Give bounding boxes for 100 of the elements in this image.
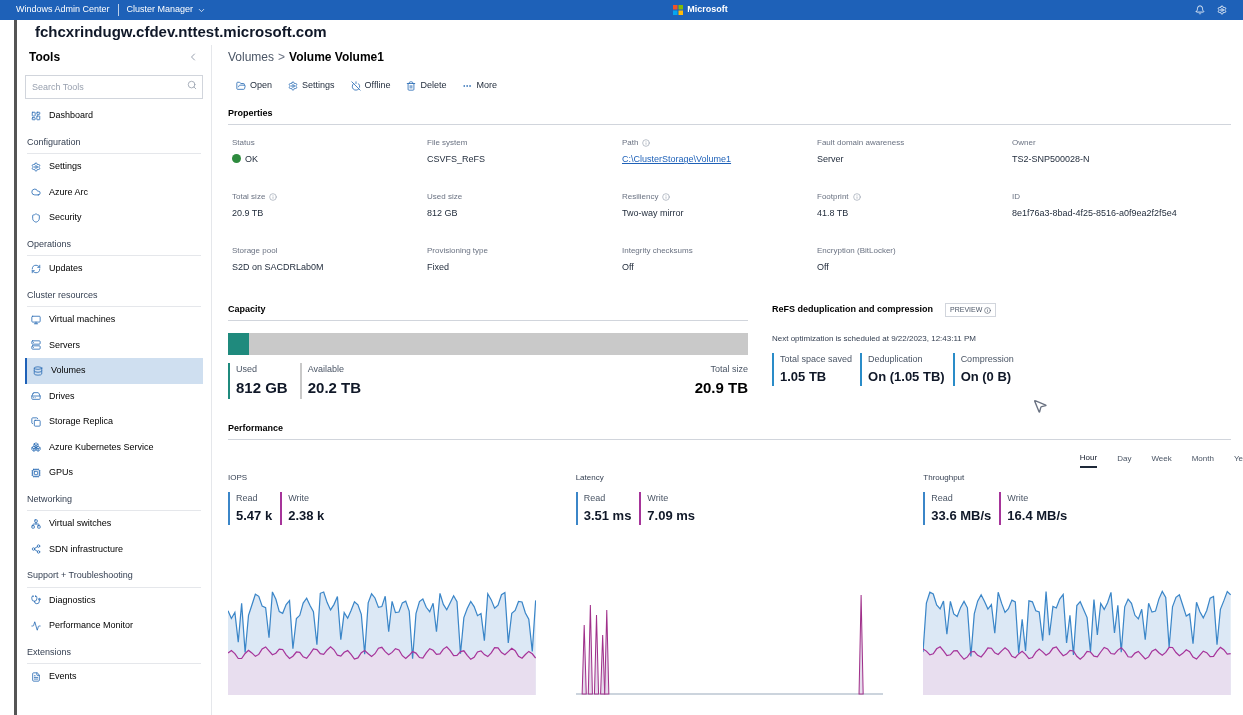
chart-title: IOPS xyxy=(228,472,249,484)
stat-value: 33.6 MB/s xyxy=(931,506,992,525)
settings-icon[interactable] xyxy=(1217,5,1227,15)
property-value: S2D on SACDRLab0M xyxy=(232,261,324,274)
power-icon xyxy=(350,81,361,91)
stat-value: 20.2 TB xyxy=(307,377,362,398)
sidebar-item[interactable]: Updates xyxy=(25,256,203,282)
sidebar-section-label: Networking xyxy=(27,492,73,506)
sidebar-section-label: Cluster resources xyxy=(27,288,98,302)
brand-logo-icon xyxy=(673,5,684,15)
trash-icon xyxy=(406,81,417,91)
tool-icon xyxy=(31,671,41,682)
time-range-tab[interactable]: Ye xyxy=(1233,452,1243,468)
gear-icon xyxy=(288,81,299,91)
stat-value: 7.09 ms xyxy=(647,506,696,525)
host-name: fchcxrindugw.cfdev.nttest.microsoft.com xyxy=(34,22,328,43)
app-name[interactable]: Windows Admin Center xyxy=(16,3,110,17)
property-value: Off xyxy=(817,261,829,274)
stat-value: 2.38 k xyxy=(288,506,325,525)
property-value: 41.8 TB xyxy=(817,207,849,220)
sidebar-section-label: Operations xyxy=(27,237,72,251)
property-label: File system xyxy=(427,137,468,149)
toolbar-button[interactable]: Delete xyxy=(406,79,447,93)
tool-icon xyxy=(31,595,41,606)
sidebar-item[interactable]: Settings xyxy=(25,154,203,180)
breadcrumb-link[interactable]: Volumes xyxy=(228,48,275,66)
tool-icon xyxy=(33,365,43,376)
property-label: Resiliency xyxy=(622,191,659,203)
info-icon[interactable] xyxy=(852,193,861,201)
stat-label: Deduplication xyxy=(868,353,924,366)
tool-icon xyxy=(31,314,41,325)
sidebar-item[interactable]: Drives xyxy=(25,383,203,409)
time-range-tab[interactable]: Month xyxy=(1191,452,1214,468)
property-label: Total size xyxy=(232,191,266,203)
tool-icon xyxy=(31,467,41,478)
time-range-tab[interactable]: Day xyxy=(1117,452,1132,468)
breadcrumb-current: Volume Volume1 xyxy=(289,49,384,66)
property-value: Fixed xyxy=(427,261,449,274)
sidebar-section-label: Support + Troubleshooting xyxy=(27,569,133,582)
notifications-icon[interactable] xyxy=(1195,5,1205,15)
sidebar-item[interactable]: Events xyxy=(25,664,203,690)
tool-icon xyxy=(31,416,41,427)
sidebar-item[interactable]: Volumes xyxy=(25,358,203,384)
sidebar-item[interactable]: Azure Arc xyxy=(25,179,203,205)
sidebar-item[interactable]: Security xyxy=(25,205,203,231)
stat-label: Total space saved xyxy=(780,353,853,366)
property-label: Used size xyxy=(427,191,463,203)
chart-title: Throughput xyxy=(923,472,966,484)
sidebar-item[interactable]: Servers xyxy=(25,332,203,358)
sidebar-item[interactable]: Diagnostics xyxy=(25,587,203,613)
property-value: 812 GB xyxy=(427,207,458,220)
tool-icon xyxy=(31,518,41,529)
stat-label: Write xyxy=(647,492,670,505)
info-icon[interactable] xyxy=(642,139,651,147)
optimization-schedule-text: Next optimization is scheduled at 9/22/2023, 12:43:11 PM xyxy=(772,333,977,345)
stat-value: On (0 B) xyxy=(960,367,1013,386)
sidebar-item[interactable]: Storage Replica xyxy=(25,409,203,435)
toolbar-button[interactable]: Settings xyxy=(288,79,335,93)
property-value: TS2-SNP500028-N xyxy=(1012,153,1090,166)
tool-icon xyxy=(31,110,41,121)
info-icon[interactable] xyxy=(662,193,671,201)
sidebar-item[interactable]: Performance Monitor xyxy=(25,613,203,639)
tool-icon xyxy=(31,212,41,223)
chart-title: Latency xyxy=(575,472,605,484)
property-value: Server xyxy=(817,153,844,166)
context-switcher[interactable]: Cluster Manager xyxy=(126,3,207,17)
property-label: Integrity checksums xyxy=(622,245,693,257)
property-label: Storage pool xyxy=(232,245,278,257)
info-icon[interactable] xyxy=(269,193,278,201)
stat-label: Write xyxy=(1007,492,1030,505)
stat-label: Write xyxy=(288,492,310,505)
stat-label: Used xyxy=(236,363,258,376)
property-value: 8e1f76a3-8bad-4f25-8516-a0f9ea2f2f5e4 xyxy=(1012,207,1177,220)
sidebar-item[interactable]: Azure Kubernetes Service xyxy=(25,434,203,460)
time-range-tab[interactable]: Week xyxy=(1151,452,1172,468)
section-title: ReFS deduplication and compression xyxy=(772,303,934,317)
stat-label: Read xyxy=(236,492,259,505)
toolbar-button[interactable]: Offline xyxy=(350,79,391,93)
status-ok-icon xyxy=(232,154,241,163)
sidebar-item[interactable]: Virtual switches xyxy=(25,511,203,537)
stat-value: 5.47 k xyxy=(236,506,273,525)
tool-icon xyxy=(31,161,41,172)
sidebar-item[interactable]: SDN infrastructure xyxy=(25,536,203,562)
search-field[interactable]: Search Tools xyxy=(25,75,203,99)
toolbar-button[interactable]: Open xyxy=(236,79,273,93)
stat-label: Available xyxy=(307,363,346,376)
time-range-tab[interactable]: Hour xyxy=(1079,452,1098,468)
stat-value: On (1.05 TB) xyxy=(868,367,945,386)
info-icon[interactable] xyxy=(984,306,992,314)
toolbar-button[interactable]: More xyxy=(462,79,497,93)
property-label: Provisioning type xyxy=(427,245,488,257)
path-link[interactable]: C:\ClusterStorage\Volume1 xyxy=(622,153,732,167)
tool-icon xyxy=(31,340,41,351)
stat-value: 20.9 TB xyxy=(694,377,748,398)
property-value: 20.9 TB xyxy=(232,207,264,220)
sidebar-item[interactable]: GPUs xyxy=(25,460,203,486)
sidebar-item[interactable]: Dashboard xyxy=(25,103,203,129)
property-label: ID xyxy=(1012,191,1020,203)
stat-value: 1.05 TB xyxy=(780,367,828,386)
sidebar-item[interactable]: Virtual machines xyxy=(25,307,203,333)
